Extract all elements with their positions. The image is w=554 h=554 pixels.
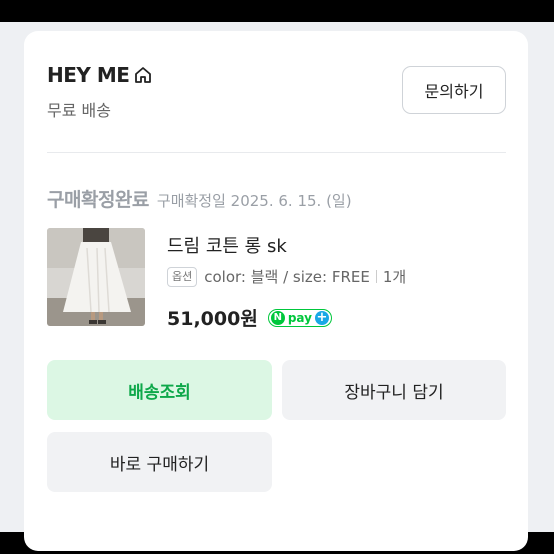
npay-plus-badge: N pay + <box>267 308 332 327</box>
add-to-cart-button[interactable]: 장바구니 담기 <box>282 360 506 420</box>
track-delivery-button[interactable]: 배송조회 <box>47 360 272 420</box>
price-row: 51,000원 N pay + <box>167 304 332 331</box>
npay-label: pay <box>287 310 312 325</box>
option-badge: 옵션 <box>167 266 198 287</box>
option-quantity: 1개 <box>382 268 407 286</box>
store-name-label: HEY ME <box>47 63 130 87</box>
buy-now-button[interactable]: 바로 구매하기 <box>47 432 272 492</box>
plus-icon: + <box>314 310 329 325</box>
divider <box>47 152 506 153</box>
product-thumbnail[interactable] <box>47 228 145 326</box>
inquiry-button[interactable]: 문의하기 <box>402 66 506 114</box>
screen: HEY ME 무료 배송 문의하기 구매확정완료 구매확정일 2025. 6. … <box>0 22 554 551</box>
shipping-info: 무료 배송 <box>47 101 111 120</box>
order-status-row: 구매확정완료 구매확정일 2025. 6. 15. (일) <box>47 185 352 212</box>
product-price: 51,000원 <box>167 308 258 330</box>
npay-n-icon: N <box>270 310 285 325</box>
option-separator <box>375 270 377 283</box>
order-status: 구매확정완료 <box>47 189 149 211</box>
product-name[interactable]: 드림 코튼 롱 sk <box>167 232 287 258</box>
confirm-date: 구매확정일 2025. 6. 15. (일) <box>156 192 352 210</box>
store-name[interactable]: HEY ME <box>47 63 153 87</box>
product-image <box>47 228 145 326</box>
order-card: HEY ME 무료 배송 문의하기 구매확정완료 구매확정일 2025. 6. … <box>24 31 528 551</box>
home-icon <box>135 67 152 83</box>
option-text: color: 블랙 / size: FREE <box>204 268 370 286</box>
product-option-row: 옵션 color: 블랙 / size: FREE 1개 <box>167 266 406 287</box>
